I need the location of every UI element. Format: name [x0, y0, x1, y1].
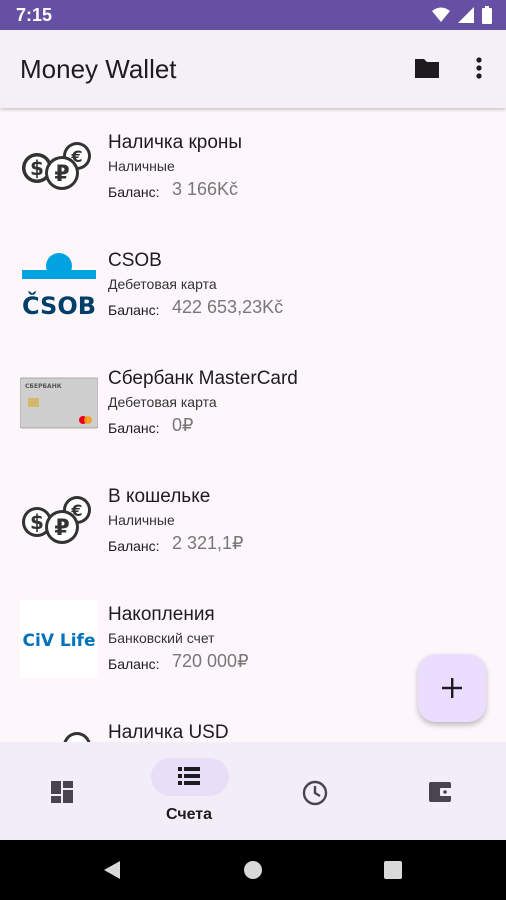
system-nav-bar [0, 840, 506, 900]
account-type: Банковский счет [108, 630, 215, 646]
account-item[interactable]: ČSOB CSOB Дебетовая карта Баланс: 422 65… [0, 226, 506, 344]
nav-item-accounts[interactable]: Счета [126, 742, 252, 840]
balance-value: 0₽ [172, 415, 194, 435]
csob-logo: ČSOB [22, 253, 96, 320]
svg-text:ČSOB: ČSOB [22, 290, 96, 320]
account-name: В кошельке [108, 486, 211, 507]
balance-label: Баланс: [108, 184, 160, 200]
list-icon [178, 767, 200, 785]
battery-icon [482, 6, 492, 24]
nav-item-history[interactable] [252, 742, 378, 840]
nav-label-accounts: Счета [165, 806, 213, 823]
account-item[interactable]: $ € ₽ Наличка кроны Наличные Баланс: 3 1… [0, 108, 506, 226]
back-icon[interactable] [102, 860, 122, 880]
svg-text:СБЕРБАНК: СБЕРБАНК [25, 383, 62, 390]
account-type: Дебетовая карта [108, 276, 217, 292]
coins-logo [63, 732, 91, 742]
balance-value: 3 166Kč [172, 179, 239, 199]
nav-item-wallet[interactable] [378, 742, 504, 840]
clock-icon [302, 780, 328, 806]
more-vert-icon[interactable] [466, 54, 492, 82]
account-name: Наличка USD [108, 722, 229, 742]
app-bar: Money Wallet [0, 30, 506, 108]
home-icon[interactable] [243, 860, 263, 880]
folder-icon[interactable] [413, 54, 441, 82]
account-type: Дебетовая карта [108, 394, 217, 410]
wifi-icon [432, 7, 450, 22]
nav-item-dashboard[interactable] [0, 742, 126, 840]
balance-label: Баланс: [108, 538, 160, 554]
bottom-nav: Счета [0, 742, 506, 840]
dashboard-icon [51, 781, 73, 803]
status-time: 7:15 [16, 5, 53, 25]
civ-life-logo: CiV Life [20, 600, 98, 678]
wallet-icon [429, 782, 453, 802]
balance-value: 2 321,1₽ [172, 533, 244, 553]
signal-icon [458, 7, 474, 23]
recents-icon[interactable] [383, 860, 403, 880]
balance-label: Баланс: [108, 420, 160, 436]
add-icon [442, 678, 462, 698]
add-account-button[interactable] [418, 654, 486, 722]
accounts-list: $ € ₽ Наличка кроны Наличные Баланс: 3 1… [0, 108, 506, 742]
balance-value: 422 653,23Kč [172, 297, 284, 317]
app-title: Money Wallet [20, 54, 177, 84]
account-name: Наличка кроны [108, 132, 243, 153]
svg-text:₽: ₽ [54, 516, 69, 541]
svg-text:₽: ₽ [54, 162, 69, 187]
coins-logo: $ € ₽ [22, 142, 91, 190]
svg-text:$: $ [30, 156, 44, 180]
account-name: CSOB [108, 250, 162, 271]
balance-value: 720 000₽ [172, 651, 249, 671]
status-bar: 7:15 [0, 0, 506, 30]
account-type: Наличные [108, 158, 175, 174]
status-icons [432, 6, 492, 24]
account-item[interactable]: $ € ₽ В кошельке Наличные Баланс: 2 321,… [0, 462, 506, 580]
svg-text:$: $ [30, 510, 44, 534]
sberbank-card-logo: СБЕРБАНК [20, 377, 98, 429]
account-name: Накопления [108, 604, 215, 625]
balance-label: Баланс: [108, 656, 160, 672]
account-type: Наличные [108, 512, 175, 528]
account-name: Сбербанк MasterCard [108, 368, 298, 389]
coins-logo: $ € ₽ [22, 496, 91, 544]
account-item[interactable]: СБЕРБАНК Сбербанк MasterCard Дебетовая к… [0, 344, 506, 462]
balance-label: Баланс: [108, 302, 160, 318]
svg-text:CiV Life: CiV Life [23, 631, 96, 651]
